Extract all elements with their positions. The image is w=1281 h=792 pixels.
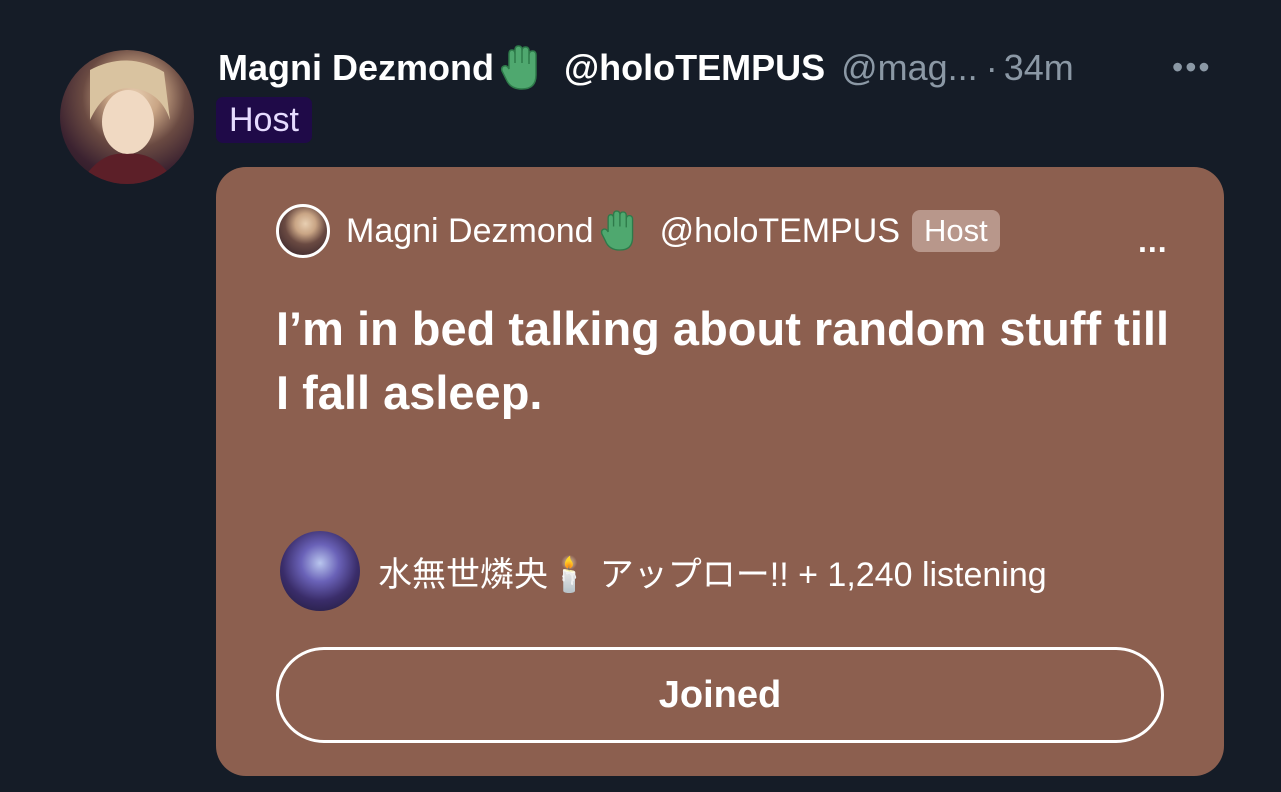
space-card[interactable]: Magni Dezmond @holoTEMPUS Host ... I’m i…	[216, 167, 1224, 776]
host-badge: Host	[216, 97, 312, 143]
post-header: Magni Dezmond @holoTEMPUS @mag... · 34m	[218, 44, 1074, 92]
post-timestamp[interactable]: 34m	[1004, 47, 1074, 89]
listeners-count: 水無世燐央🕯️ アップロー!! + 1,240 listening	[378, 555, 1047, 594]
affiliation-handle[interactable]: @holoTEMPUS	[564, 47, 825, 89]
listener-avatar	[280, 531, 360, 611]
green-glove-icon	[500, 45, 542, 91]
space-host-badge: Host	[912, 210, 1000, 252]
space-title: I’m in bed talking about random stuff ti…	[276, 302, 1169, 419]
space-host-affiliation: @holoTEMPUS	[659, 211, 901, 250]
space-card-header: Magni Dezmond @holoTEMPUS Host	[276, 201, 1000, 261]
host-avatar-small	[276, 204, 330, 258]
author-handle[interactable]: @mag...	[841, 47, 978, 89]
space-more-options-icon[interactable]: ...	[1138, 225, 1182, 257]
listeners-row: 水無世燐央🕯️ アップロー!! + 1,240 listening	[280, 531, 1047, 611]
space-host-name: Magni Dezmond	[346, 211, 594, 250]
joined-button[interactable]: Joined	[276, 647, 1164, 743]
green-glove-icon	[600, 210, 638, 252]
more-options-icon[interactable]: •••	[1172, 51, 1222, 83]
author-name[interactable]: Magni Dezmond	[218, 47, 494, 89]
host-avatar[interactable]	[60, 50, 194, 184]
separator-dot: ·	[985, 47, 998, 88]
